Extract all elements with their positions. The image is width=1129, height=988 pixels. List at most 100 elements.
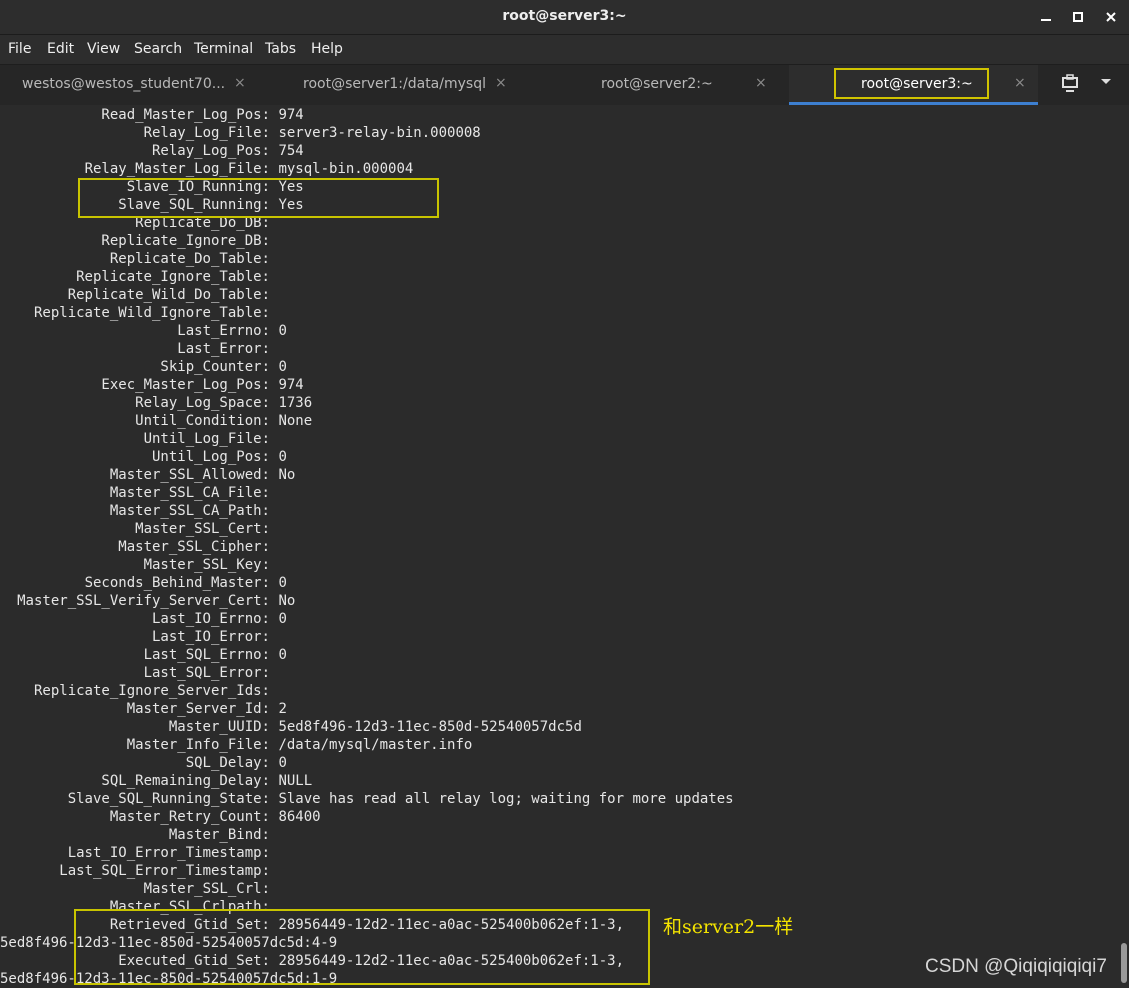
tab-label: westos@westos_student70... — [22, 76, 226, 92]
field-value: 5ed8f496-12d3-11ec-850d-52540057dc5d — [278, 719, 582, 735]
tab-close-icon[interactable]: × — [1014, 75, 1026, 91]
terminal-line: Master_SSL_Verify_Server_Cert: No — [0, 592, 295, 610]
terminal-line: Replicate_Ignore_Table: — [0, 268, 278, 286]
maximize-icon[interactable] — [1069, 8, 1087, 26]
field-value: 754 — [278, 143, 304, 159]
terminal-line: Master_UUID: 5ed8f496-12d3-11ec-850d-525… — [0, 718, 582, 736]
terminal-line: Until_Log_File: — [0, 430, 278, 448]
field-value: 0 — [278, 359, 287, 375]
terminal-line: Master_SSL_Cert: — [0, 520, 278, 538]
field-name: Last_IO_Errno: — [151, 611, 270, 627]
terminal-line: Master_Bind: — [0, 826, 278, 844]
field-value: 0 — [278, 575, 287, 591]
terminal-line: Relay_Master_Log_File: mysql-bin.000004 — [0, 160, 414, 178]
field-name: Replicate_Ignore_Table: — [76, 269, 270, 285]
terminal-line: Last_SQL_Errno: 0 — [0, 646, 287, 664]
terminal-line: Master_SSL_Key: — [0, 556, 278, 574]
field-value: 0 — [278, 755, 287, 771]
field-name: Relay_Log_File: — [143, 125, 270, 141]
terminal-line: Master_Server_Id: 2 — [0, 700, 287, 718]
menu-help[interactable]: Help — [311, 41, 343, 57]
field-name: Master_SSL_CA_Path: — [109, 503, 270, 519]
terminal-line: Until_Log_Pos: 0 — [0, 448, 287, 466]
terminal-line: Last_Errno: 0 — [0, 322, 287, 340]
terminal-line: SQL_Delay: 0 — [0, 754, 287, 772]
terminal-line: Master_SSL_Crl: — [0, 880, 278, 898]
terminal-line: Relay_Log_Pos: 754 — [0, 142, 304, 160]
terminal-line: Last_SQL_Error_Timestamp: — [0, 862, 278, 880]
terminal-line: Seconds_Behind_Master: 0 — [0, 574, 287, 592]
field-name: Master_Bind: — [168, 827, 270, 843]
scrollbar-thumb[interactable] — [1121, 943, 1127, 983]
field-value: 0 — [278, 611, 287, 627]
terminal-line: Last_Error: — [0, 340, 278, 358]
field-name: Relay_Master_Log_File: — [84, 161, 270, 177]
minimize-icon[interactable] — [1037, 8, 1055, 26]
field-value: 0 — [278, 323, 287, 339]
tab-close-icon[interactable]: × — [755, 75, 767, 91]
menu-tabs[interactable]: Tabs — [265, 41, 296, 57]
terminal-line: SQL_Remaining_Delay: NULL — [0, 772, 312, 790]
field-name: SQL_Remaining_Delay: — [101, 773, 270, 789]
field-value: 86400 — [278, 809, 321, 825]
terminal-scrollbar[interactable] — [1118, 105, 1129, 988]
terminal-output[interactable]: Read_Master_Log_Pos: 974 Relay_Log_File: … — [0, 105, 1118, 988]
field-name: Relay_Log_Pos: — [151, 143, 270, 159]
terminal-line: Last_IO_Error: — [0, 628, 278, 646]
menu-terminal[interactable]: Terminal — [194, 41, 253, 57]
chevron-down-icon[interactable] — [1100, 76, 1112, 89]
tab-server2[interactable]: root@server2:~ × — [526, 65, 789, 105]
tab-westos[interactable]: westos@westos_student70... × — [0, 65, 263, 105]
field-name: Until_Log_Pos: — [151, 449, 270, 465]
terminal-line: Exec_Master_Log_Pos: 974 — [0, 376, 304, 394]
terminal-line: Master_SSL_Cipher: — [0, 538, 278, 556]
new-tab-icon[interactable] — [1058, 70, 1084, 98]
field-name: Master_Server_Id: — [126, 701, 270, 717]
field-name: Last_Error: — [177, 341, 270, 357]
terminal-line: Relay_Log_File: server3-relay-bin.000008 — [0, 124, 481, 142]
field-name: Last_Errno: — [177, 323, 270, 339]
field-name: Replicate_Wild_Do_Table: — [67, 287, 270, 303]
field-name: Last_IO_Error: — [151, 629, 270, 645]
menu-file[interactable]: File — [8, 41, 31, 57]
field-value: 974 — [278, 377, 304, 393]
terminal-line: Master_SSL_Allowed: No — [0, 466, 295, 484]
field-name: Last_SQL_Error: — [143, 665, 270, 681]
tab-bar: westos@westos_student70... × root@server… — [0, 64, 1129, 106]
menu-edit[interactable]: Edit — [47, 41, 74, 57]
field-name: Master_SSL_Crl: — [143, 881, 270, 897]
field-name: Master_SSL_Allowed: — [109, 467, 270, 483]
terminal-line: Master_Info_File: /data/mysql/master.inf… — [0, 736, 473, 754]
terminal-line: Read_Master_Log_Pos: 974 — [0, 106, 303, 124]
menu-search[interactable]: Search — [134, 41, 182, 57]
field-name: Master_SSL_Key: — [143, 557, 270, 573]
field-name: Replicate_Wild_Ignore_Table: — [33, 305, 270, 321]
field-name: Relay_Log_Space: — [135, 395, 270, 411]
tab-label: root@server2:~ — [601, 76, 713, 92]
field-name: Master_Retry_Count: — [109, 809, 270, 825]
terminal-line: Skip_Counter: 0 — [0, 358, 287, 376]
window-titlebar[interactable]: root@server3:~ — [0, 0, 1129, 35]
field-name: Seconds_Behind_Master: — [84, 575, 270, 591]
field-name: Replicate_Ignore_DB: — [101, 233, 270, 249]
field-value: No — [278, 467, 296, 483]
terminal-line: Master_Retry_Count: 86400 — [0, 808, 321, 826]
tab-close-icon[interactable]: × — [234, 75, 246, 91]
close-icon[interactable] — [1102, 8, 1120, 26]
terminal-line: Relay_Log_Space: 1736 — [0, 394, 312, 412]
field-name: Master_Info_File: — [126, 737, 270, 753]
menu-view[interactable]: View — [87, 41, 120, 57]
field-value: NULL — [278, 773, 313, 789]
tab-close-icon[interactable]: × — [495, 75, 507, 91]
field-value: 0 — [278, 449, 287, 465]
field-name: Last_IO_Error_Timestamp: — [67, 845, 270, 861]
tab-server1[interactable]: root@server1:/data/mysql × — [263, 65, 526, 105]
field-value: /data/mysql/master.info — [278, 737, 473, 753]
field-name: Read_Master_Log_Pos: — [101, 107, 270, 123]
terminal-line: Replicate_Ignore_DB: — [0, 232, 278, 250]
watermark: CSDN @Qiqiqiqiqiqi7 — [925, 956, 1107, 977]
tab-server3[interactable]: root@server3:~ × — [789, 65, 1038, 105]
field-name: Until_Condition: — [135, 413, 270, 429]
terminal-line: Master_SSL_CA_File: — [0, 484, 278, 502]
field-value: No — [278, 593, 296, 609]
